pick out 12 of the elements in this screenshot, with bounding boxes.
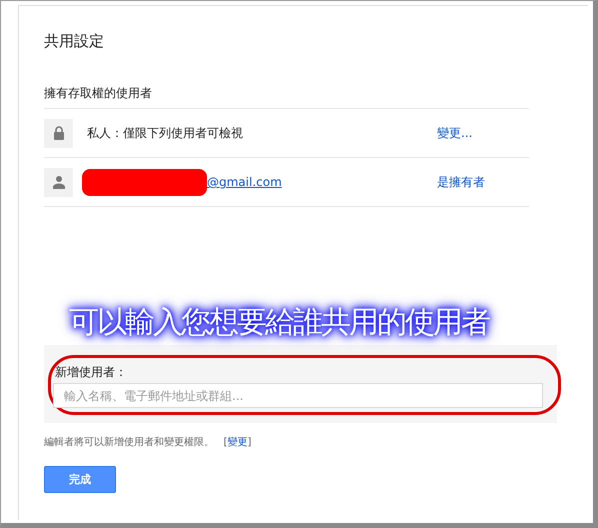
lock-icon: [44, 118, 73, 148]
owner-label: 是擁有者: [437, 174, 486, 190]
change-link[interactable]: 變更...: [437, 124, 529, 142]
visibility-label: 私人：僅限下列使用者可檢視: [87, 124, 243, 142]
footer-note: 編輯者將可以新增使用者和變更權限。 [變更]: [44, 436, 252, 449]
email-link[interactable]: @gmail.com: [207, 175, 282, 189]
add-people-label: 新增使用者：: [55, 364, 128, 381]
change-link[interactable]: 變更: [227, 437, 248, 448]
add-people-field[interactable]: 輸入名稱、電子郵件地址或群組...: [53, 383, 543, 408]
section-title: 擁有存取權的使用者: [44, 85, 153, 102]
person-icon: [44, 168, 73, 196]
dialog-title: 共用設定: [44, 32, 105, 51]
